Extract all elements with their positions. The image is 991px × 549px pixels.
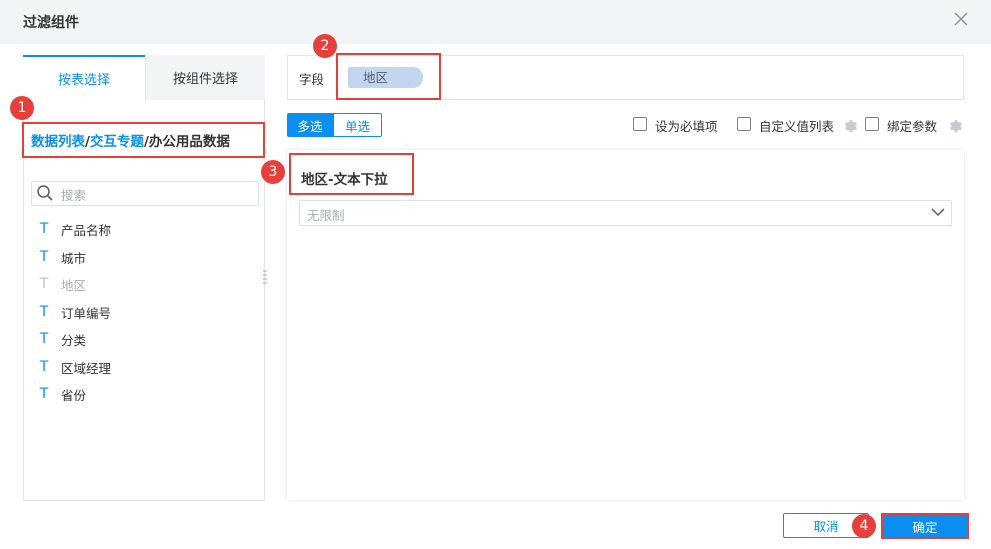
annotation-box-2 [336,53,441,100]
gear-icon[interactable] [841,116,858,133]
tab-select-by-component[interactable]: 按组件选择 [145,55,265,100]
text-type-icon: T [39,276,49,292]
drag-handle-icon[interactable] [263,269,267,285]
dropdown-value: 无限制 [307,208,345,223]
text-type-icon: T [39,359,49,375]
field-row-label: 字段 [299,72,325,87]
search-placeholder: 搜索 [61,188,87,203]
field-list-item: T 地区 [38,273,86,295]
required-checkbox[interactable] [633,117,647,131]
bind-params-checkbox[interactable] [865,117,879,131]
custom-values-checkbox[interactable] [737,117,751,131]
field-list-item[interactable]: T 城市 [38,246,86,268]
dialog-title: 过滤组件 [23,15,79,31]
custom-values-label: 自定义值列表 [759,119,835,134]
search-icon [37,185,53,201]
annotation-badge-3: 3 [261,160,285,184]
tab-select-by-table[interactable]: 按表选择 [23,55,145,100]
field-label: 分类 [61,332,87,348]
annotation-box-3 [289,153,414,195]
annotation-badge-1: 1 [10,96,34,120]
field-label: 区域经理 [61,360,112,376]
field-label: 地区 [61,277,87,293]
confirm-button[interactable]: 确定 [881,513,969,539]
dialog-titlebar [0,0,991,44]
field-list-item[interactable]: T 产品名称 [38,218,111,240]
field-list-item[interactable]: T 区域经理 [38,356,111,378]
gear-icon[interactable] [946,116,963,133]
annotation-badge-2: 2 [313,34,337,58]
field-label: 城市 [61,250,87,266]
preview-dropdown[interactable] [299,200,952,226]
text-type-icon: T [39,304,49,320]
close-icon[interactable] [952,10,970,28]
field-list-item[interactable]: T 订单编号 [38,301,111,323]
field-list-item[interactable]: T 省份 [38,383,86,405]
required-label: 设为必填项 [655,119,718,134]
field-label: 订单编号 [61,305,112,321]
chevron-down-icon [931,208,945,217]
multi-select-button[interactable]: 多选 [287,113,333,137]
field-list-item[interactable]: T 分类 [38,328,86,350]
text-type-icon: T [39,331,49,347]
single-select-button[interactable]: 单选 [333,113,382,137]
field-label: 省份 [61,387,87,403]
text-type-icon: T [39,386,49,402]
field-label: 产品名称 [61,222,112,238]
text-type-icon: T [39,221,49,237]
bind-params-label: 绑定参数 [887,119,938,134]
text-type-icon: T [39,249,49,265]
annotation-badge-4: 4 [852,514,876,538]
annotation-box-1 [22,122,265,158]
